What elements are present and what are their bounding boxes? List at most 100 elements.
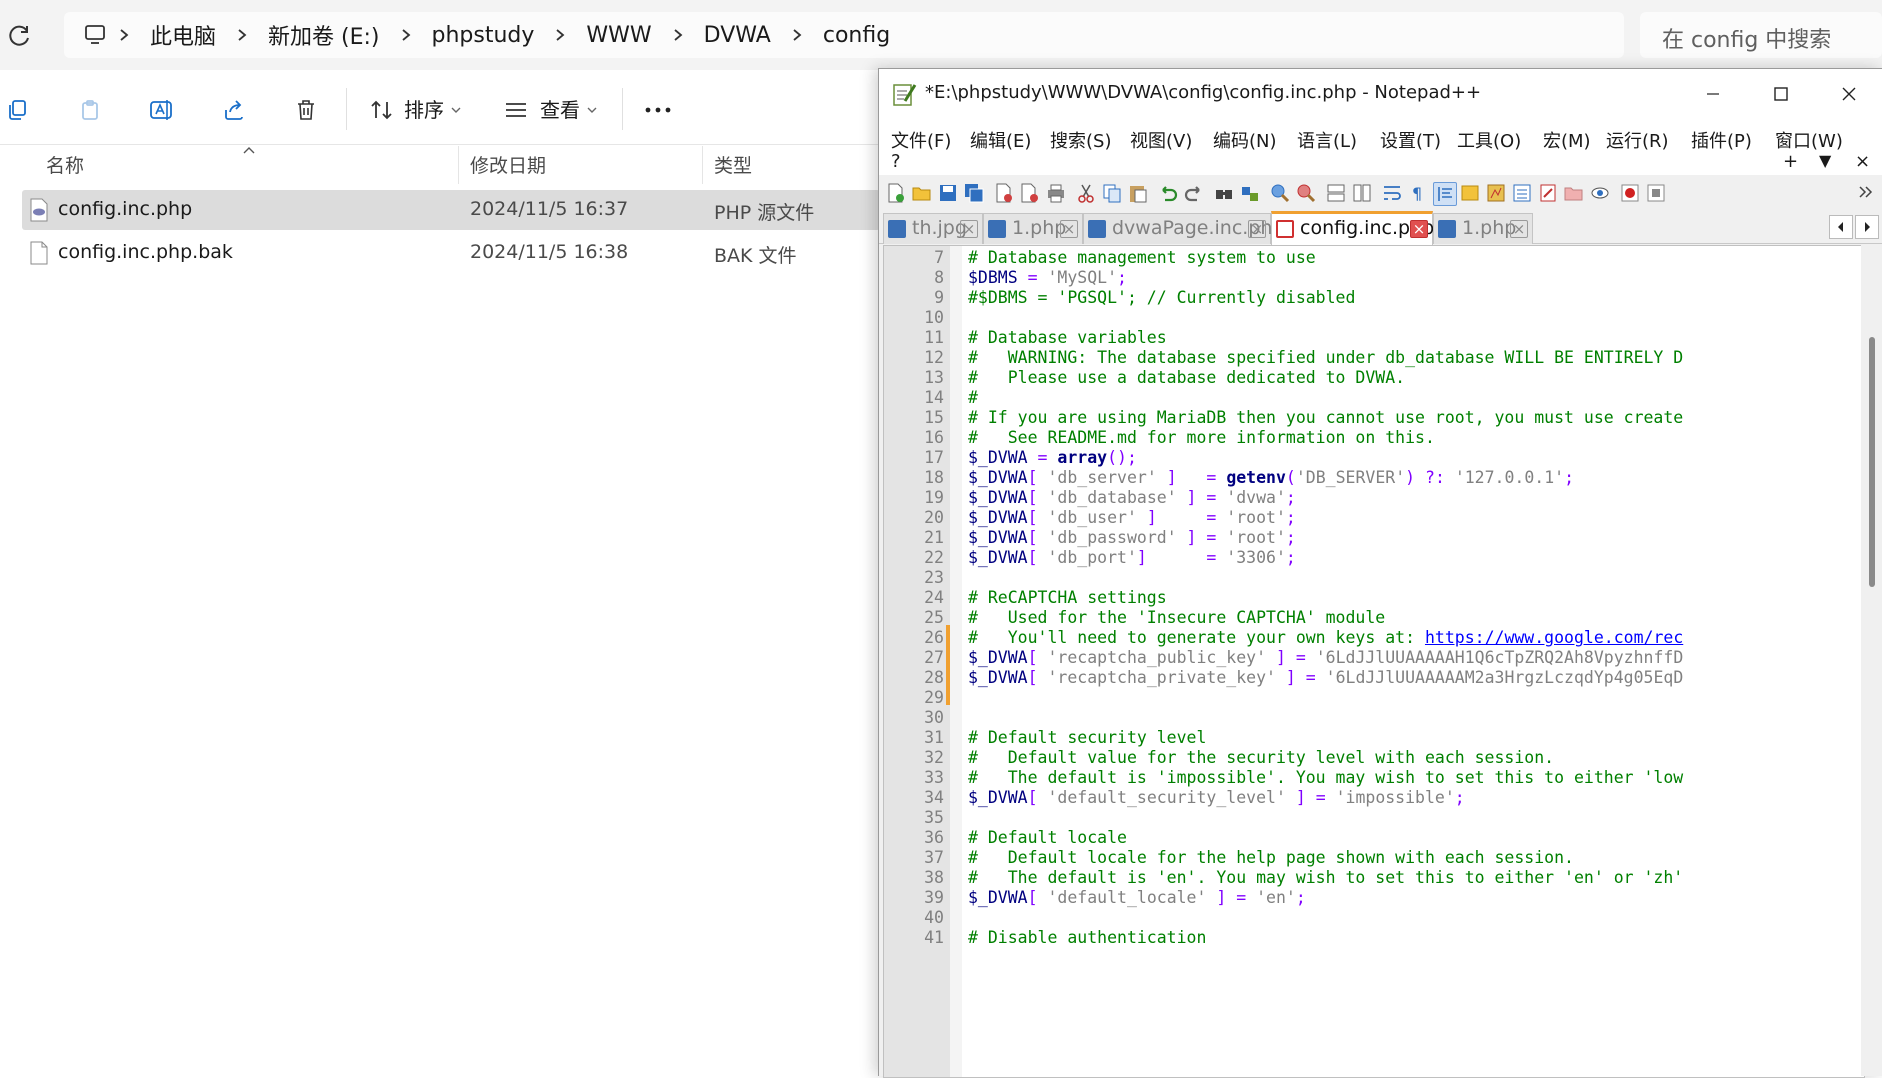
tab-list-button[interactable]: ▼: [1819, 151, 1831, 170]
menu-help[interactable]: ?: [891, 151, 901, 172]
tab-scroll-left-icon[interactable]: [1829, 215, 1853, 239]
delete-icon[interactable]: [288, 92, 324, 128]
undo-icon[interactable]: [1157, 182, 1179, 204]
redo-icon[interactable]: [1183, 182, 1205, 204]
column-header-date[interactable]: 修改日期: [470, 151, 546, 178]
tab-1-php-2[interactable]: 1.php ×: [1433, 213, 1533, 244]
menu-search[interactable]: 搜索(S): [1050, 127, 1111, 153]
copy-icon[interactable]: [0, 92, 36, 128]
show-all-chars-icon[interactable]: ¶: [1407, 182, 1429, 204]
chevron-right-icon[interactable]: [392, 12, 420, 58]
menu-plugins[interactable]: 插件(P): [1691, 127, 1752, 153]
folder-workspace-icon[interactable]: [1563, 182, 1585, 204]
menu-language[interactable]: 语言(L): [1297, 127, 1357, 153]
paste-icon[interactable]: [1127, 182, 1149, 204]
chevron-down-icon[interactable]: [586, 100, 598, 119]
close-icon[interactable]: ×: [1248, 220, 1266, 238]
sort-icon[interactable]: [364, 92, 400, 128]
close-button[interactable]: [1815, 69, 1882, 119]
print-icon[interactable]: [1045, 182, 1067, 204]
doc-map-icon[interactable]: [1485, 182, 1507, 204]
replace-icon[interactable]: [1239, 182, 1261, 204]
sync-vertical-icon[interactable]: [1325, 182, 1347, 204]
add-tab-button[interactable]: +: [1783, 151, 1798, 172]
breadcrumb-item-www[interactable]: WWW: [574, 23, 663, 48]
menu-edit[interactable]: 编辑(E): [970, 127, 1031, 153]
breadcrumb-item-this-pc[interactable]: 此电脑: [138, 19, 228, 51]
vertical-scrollbar[interactable]: [1861, 245, 1882, 1076]
view-button[interactable]: 查看: [540, 94, 580, 123]
computer-icon[interactable]: [80, 12, 110, 58]
tab-config-inc-php[interactable]: config.inc.php ×: [1271, 211, 1434, 247]
close-icon[interactable]: ×: [1060, 220, 1078, 238]
minimize-button[interactable]: [1679, 69, 1747, 119]
view-icon[interactable]: [498, 92, 534, 128]
copy-icon[interactable]: [1101, 182, 1123, 204]
close-icon[interactable]: ×: [1510, 220, 1528, 238]
tab-th-jpg[interactable]: th.jpg ×: [883, 213, 983, 244]
tab-dvwapage-inc-php[interactable]: dvwaPage.inc.php ×: [1083, 213, 1285, 244]
save-icon[interactable]: [937, 182, 959, 204]
save-all-icon[interactable]: [963, 182, 985, 204]
more-icon[interactable]: [640, 92, 676, 128]
column-header-type[interactable]: 类型: [714, 151, 752, 178]
toolbar-overflow-icon[interactable]: [1855, 182, 1877, 204]
sync-horizontal-icon[interactable]: [1351, 182, 1373, 204]
close-tab-button[interactable]: ×: [1855, 151, 1870, 172]
indent-guide-icon[interactable]: [1433, 182, 1457, 206]
function-list-icon[interactable]: [1537, 182, 1559, 204]
chevron-right-icon[interactable]: [110, 12, 138, 58]
share-icon[interactable]: [216, 92, 252, 128]
menu-window[interactable]: 窗口(W): [1775, 127, 1843, 153]
chevron-down-icon[interactable]: [450, 100, 462, 119]
doc-list-icon[interactable]: [1511, 182, 1533, 204]
paste-icon[interactable]: [72, 92, 108, 128]
chevron-right-icon[interactable]: [664, 12, 692, 58]
file-row[interactable]: config.inc.php.bak 2024/11/5 16:38 BAK 文…: [22, 233, 880, 273]
zoom-out-icon[interactable]: [1295, 182, 1317, 204]
file-row[interactable]: config.inc.php 2024/11/5 16:37 PHP 源文件: [22, 190, 880, 230]
chevron-right-icon[interactable]: [546, 12, 574, 58]
define-language-icon[interactable]: [1459, 182, 1481, 204]
cut-icon[interactable]: [1075, 182, 1097, 204]
rename-icon[interactable]: [144, 92, 180, 128]
title-bar[interactable]: *E:\phpstudy\WWW\DVWA\config\config.inc.…: [879, 69, 1882, 119]
close-icon[interactable]: ×: [960, 220, 978, 238]
monitoring-icon[interactable]: [1589, 182, 1611, 204]
open-file-icon[interactable]: [911, 182, 933, 204]
tab-scroll-right-icon[interactable]: [1855, 215, 1879, 239]
close-file-icon[interactable]: [993, 182, 1015, 204]
chevron-right-icon[interactable]: [783, 12, 811, 58]
scrollbar-thumb[interactable]: [1869, 337, 1875, 587]
menu-view[interactable]: 视图(V): [1130, 127, 1192, 153]
breadcrumb-item-dvwa[interactable]: DVWA: [692, 23, 783, 48]
fold-margin[interactable]: [950, 246, 962, 1077]
menu-file[interactable]: 文件(F): [891, 127, 951, 153]
menu-encoding[interactable]: 编码(N): [1213, 127, 1277, 153]
close-icon[interactable]: ×: [1410, 220, 1428, 238]
word-wrap-icon[interactable]: [1381, 182, 1403, 204]
tab-1-php[interactable]: 1.php ×: [983, 213, 1083, 244]
refresh-icon[interactable]: [6, 22, 34, 50]
menu-tools[interactable]: 工具(O): [1457, 127, 1521, 153]
column-header-name[interactable]: 名称: [46, 151, 84, 178]
stop-macro-icon[interactable]: [1645, 182, 1667, 204]
breadcrumb-item-drive-e[interactable]: 新加卷 (E:): [256, 19, 391, 51]
column-divider[interactable]: [702, 146, 703, 184]
sort-button[interactable]: 排序: [404, 94, 444, 123]
code-editor[interactable]: 7 8 9 10 11 12 13 14 15 16 17 18 19 20 21 22 23 24 25 26 27 2…: [883, 245, 1865, 1078]
code-area[interactable]: # Database management system to use $DBMS…: [968, 246, 1864, 1077]
chevron-right-icon[interactable]: [228, 12, 256, 58]
close-all-icon[interactable]: [1019, 182, 1041, 204]
maximize-button[interactable]: [1747, 69, 1815, 119]
menu-settings[interactable]: 设置(T): [1380, 127, 1441, 153]
record-macro-icon[interactable]: [1619, 182, 1641, 204]
find-icon[interactable]: [1213, 182, 1235, 204]
menu-run[interactable]: 运行(R): [1606, 127, 1669, 153]
zoom-in-icon[interactable]: [1269, 182, 1291, 204]
column-divider[interactable]: [458, 146, 459, 184]
breadcrumb-item-phpstudy[interactable]: phpstudy: [420, 23, 547, 48]
menu-macro[interactable]: 宏(M): [1543, 127, 1591, 153]
breadcrumb-item-config[interactable]: config: [811, 23, 902, 48]
new-file-icon[interactable]: [885, 182, 907, 204]
